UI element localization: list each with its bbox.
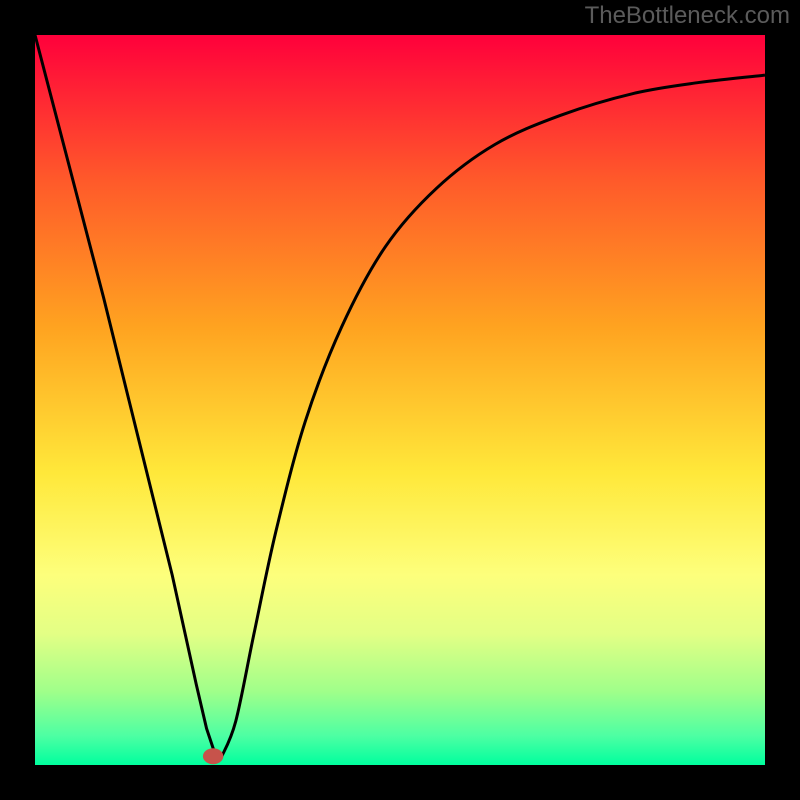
- min-point-marker: [203, 748, 223, 764]
- plot-area: [35, 35, 765, 765]
- chart-svg: [35, 35, 765, 765]
- gradient-background: [35, 35, 765, 765]
- chart-frame: TheBottleneck.com: [0, 0, 800, 800]
- watermark-text: TheBottleneck.com: [585, 2, 790, 30]
